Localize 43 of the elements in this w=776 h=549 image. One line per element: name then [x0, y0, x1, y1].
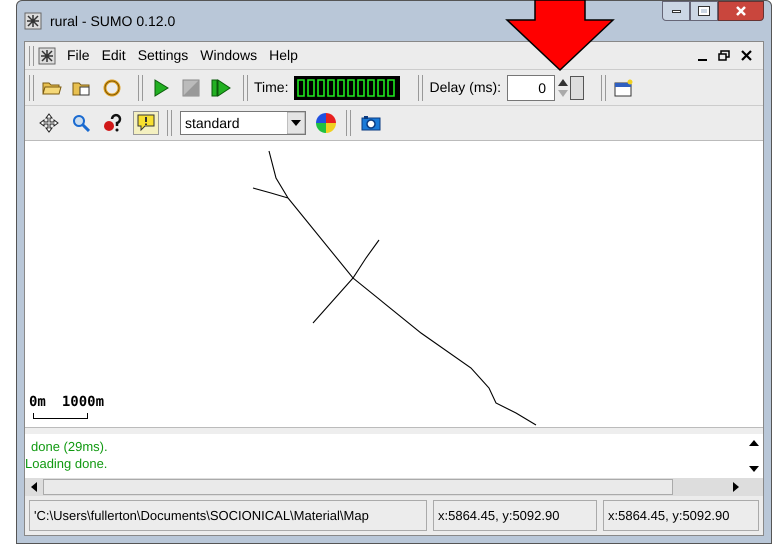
close-icon — [740, 50, 752, 61]
delay-input[interactable]: 0 — [507, 74, 556, 100]
map-canvas[interactable]: 0m 1000m — [25, 140, 763, 428]
menu-item[interactable]: Edit — [98, 45, 129, 66]
scale-label: 1000m — [62, 393, 104, 412]
folder-icon — [42, 80, 62, 96]
arrows-icon — [39, 113, 59, 133]
status-path: 'C:\Users\fullerton\Documents\SOCIONICAL\Material\Map — [29, 500, 427, 531]
question-icon — [103, 113, 123, 133]
menu-item[interactable]: File — [64, 45, 93, 66]
stop-icon — [182, 78, 200, 96]
window-icon — [614, 78, 634, 96]
app-icon — [24, 12, 42, 30]
recenter-button[interactable] — [37, 111, 61, 135]
step-icon — [211, 78, 231, 96]
color-wheel-icon — [316, 113, 336, 133]
color-wheel-button[interactable] — [314, 111, 338, 135]
close-button[interactable] — [718, 1, 764, 21]
menu-item[interactable]: Windows — [197, 45, 260, 66]
scale-label: 0m — [29, 393, 46, 412]
speech-bubble-icon — [137, 114, 155, 132]
status-coordinates: x:5864.45, y:5092.90 — [603, 500, 759, 531]
minimize-button[interactable] — [662, 1, 690, 21]
delay-label: Delay (ms): — [429, 78, 502, 97]
play-icon — [153, 78, 169, 96]
restore-icon — [718, 50, 730, 61]
menu-item[interactable]: Settings — [134, 45, 192, 66]
dropdown-arrow-icon — [287, 112, 305, 134]
search-icon — [72, 114, 90, 132]
log-line: done (29ms). — [30, 438, 109, 455]
time-label: Time: — [254, 78, 288, 97]
log-line: Loading done. — [25, 455, 108, 472]
menu-item[interactable]: Help — [266, 45, 301, 66]
camera-icon — [361, 115, 381, 131]
app-icon — [38, 46, 56, 64]
message-button[interactable] — [133, 111, 159, 135]
scheme-dropdown[interactable]: standard — [180, 111, 306, 135]
window-title: rural - SUMO 0.12.0 — [50, 12, 176, 30]
horizontal-scrollbar[interactable] — [25, 478, 763, 496]
scale-bar — [33, 413, 88, 419]
close-icon — [736, 6, 746, 16]
maximize-button[interactable] — [690, 1, 718, 21]
status-coordinates: x:5864.45, y:5092.90 — [433, 500, 597, 531]
